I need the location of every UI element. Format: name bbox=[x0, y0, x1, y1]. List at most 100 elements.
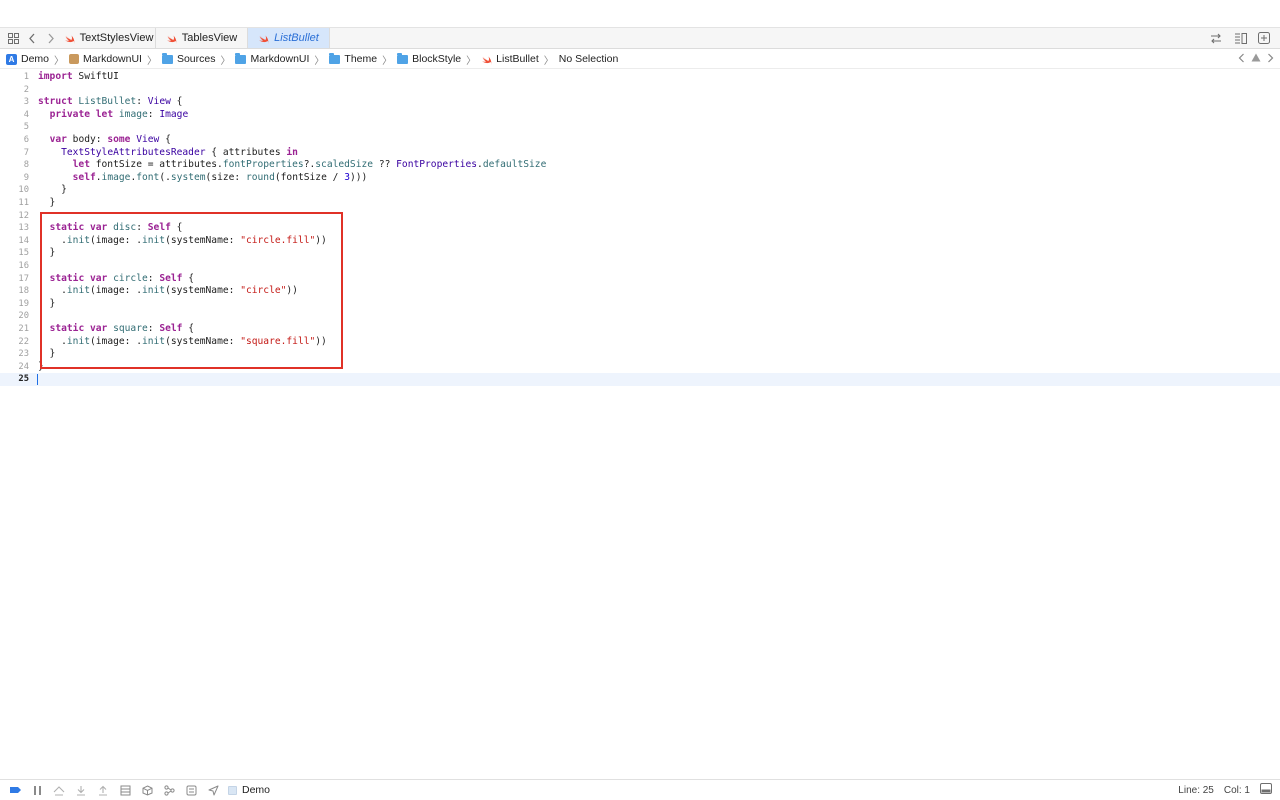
step-into-icon[interactable] bbox=[74, 783, 88, 797]
cursor-position-line: Line: 25 bbox=[1178, 784, 1214, 796]
code-line[interactable]: 18 .init(image: .init(systemName: "circl… bbox=[0, 285, 1280, 298]
code-line[interactable]: 4 private let image: Image bbox=[0, 109, 1280, 122]
code-text: import SwiftUI bbox=[38, 71, 119, 82]
breadcrumb-item-project[interactable]: A Demo bbox=[6, 53, 49, 65]
swift-file-icon bbox=[259, 35, 269, 43]
code-line[interactable]: 22 .init(image: .init(systemName: "squar… bbox=[0, 336, 1280, 349]
code-line[interactable]: 21 static var square: Self { bbox=[0, 323, 1280, 336]
line-number: 9 bbox=[23, 172, 29, 183]
step-over-icon[interactable] bbox=[52, 783, 66, 797]
scheme-icon bbox=[228, 785, 237, 795]
tab-label: TablesView bbox=[181, 32, 238, 44]
code-line[interactable]: 23 } bbox=[0, 348, 1280, 361]
code-text: static var disc: Self { bbox=[49, 222, 183, 234]
code-line[interactable]: 17 static var circle: Self { bbox=[0, 273, 1280, 286]
tab-label: TextStylesView bbox=[79, 32, 154, 44]
code-text: TextStyleAttributesReader { attributes i… bbox=[61, 146, 298, 158]
code-text: } bbox=[38, 184, 67, 196]
code-text: let fontSize = attributes.fontProperties… bbox=[72, 159, 547, 171]
line-number: 12 bbox=[18, 210, 29, 221]
scheme-selector[interactable]: Demo bbox=[228, 784, 270, 796]
code-line[interactable]: 6 var body: some View { bbox=[0, 134, 1280, 147]
line-number: 10 bbox=[18, 185, 29, 196]
line-number: 19 bbox=[18, 298, 29, 309]
chevron-right-icon: 〉 bbox=[146, 55, 157, 67]
grid-icon[interactable] bbox=[5, 30, 21, 46]
code-line[interactable]: 20 bbox=[0, 310, 1280, 323]
tab-bar: TextStylesView TablesView ListBullet bbox=[0, 28, 1280, 49]
code-line[interactable]: 15 } bbox=[0, 247, 1280, 260]
next-issue-icon[interactable] bbox=[1267, 53, 1274, 66]
breadcrumb-item-blockstyle[interactable]: BlockStyle bbox=[397, 52, 461, 65]
window-title-area bbox=[0, 0, 1280, 28]
folder-icon bbox=[397, 52, 409, 64]
code-text: } bbox=[38, 360, 44, 372]
code-line[interactable]: 8 let fontSize = attributes.fontProperti… bbox=[0, 159, 1280, 172]
breadcrumb-item-package[interactable]: MarkdownUI bbox=[69, 53, 142, 65]
line-number: 24 bbox=[18, 361, 29, 372]
code-line[interactable]: 13 static var disc: Self { bbox=[0, 222, 1280, 235]
package-icon bbox=[69, 54, 80, 64]
code-line[interactable]: 3 struct ListBullet: View { bbox=[0, 96, 1280, 109]
code-text: struct ListBullet: View { bbox=[38, 96, 183, 108]
code-line[interactable]: 14 .init(image: .init(systemName: "circl… bbox=[0, 235, 1280, 248]
code-text: } bbox=[38, 348, 56, 360]
code-line[interactable]: 11 } bbox=[0, 197, 1280, 210]
code-line[interactable]: 10 } bbox=[0, 184, 1280, 197]
line-number: 5 bbox=[23, 122, 29, 133]
swift-file-icon bbox=[64, 35, 74, 43]
code-line[interactable]: 2 bbox=[0, 84, 1280, 97]
add-editor-icon[interactable] bbox=[1256, 30, 1272, 46]
swap-arrows-icon[interactable] bbox=[1208, 30, 1224, 46]
code-editor[interactable]: 1 import SwiftUI 2 3 struct ListBullet: Vi… bbox=[0, 70, 1280, 779]
line-number: 8 bbox=[23, 160, 29, 171]
line-number: 25 bbox=[18, 374, 29, 385]
chevron-right-icon: 〉 bbox=[382, 55, 393, 67]
line-number: 17 bbox=[18, 273, 29, 284]
code-line[interactable]: 19 } bbox=[0, 298, 1280, 311]
breadcrumb-item-theme[interactable]: Theme bbox=[329, 52, 377, 65]
code-line[interactable]: 5 bbox=[0, 121, 1280, 134]
code-line[interactable]: 24} bbox=[0, 361, 1280, 374]
package-cube-icon[interactable] bbox=[140, 783, 154, 797]
line-number: 15 bbox=[18, 248, 29, 259]
code-text: var body: some View { bbox=[49, 134, 171, 145]
view-hierarchy-icon[interactable] bbox=[118, 783, 132, 797]
back-chevron-icon[interactable] bbox=[24, 30, 40, 46]
tab-textstylesview[interactable]: TextStylesView bbox=[62, 28, 156, 48]
simulate-location-icon[interactable] bbox=[206, 783, 220, 797]
previous-issue-icon[interactable] bbox=[1238, 53, 1245, 66]
folder-icon bbox=[329, 52, 341, 64]
tab-tablesview[interactable]: TablesView bbox=[156, 28, 248, 48]
memory-graph-icon[interactable] bbox=[162, 783, 176, 797]
warning-icon[interactable] bbox=[1251, 53, 1261, 65]
editor-options-icon[interactable] bbox=[1232, 30, 1248, 46]
breadcrumb-item-selection[interactable]: No Selection bbox=[559, 53, 619, 65]
environment-overrides-icon[interactable] bbox=[184, 783, 198, 797]
toggle-debug-area-icon[interactable] bbox=[1260, 783, 1272, 797]
breadcrumb-item-file[interactable]: ListBullet bbox=[481, 53, 539, 65]
line-number: 3 bbox=[23, 97, 29, 108]
forward-chevron-icon[interactable] bbox=[43, 30, 59, 46]
swift-file-icon bbox=[166, 35, 177, 43]
line-number: 2 bbox=[23, 84, 29, 95]
chevron-right-icon: 〉 bbox=[543, 55, 554, 67]
code-text: } bbox=[38, 197, 56, 208]
code-text: static var circle: Self { bbox=[49, 272, 194, 284]
code-line[interactable]: 16 bbox=[0, 260, 1280, 273]
breadcrumb-item-markdownui[interactable]: MarkdownUI bbox=[235, 52, 309, 65]
code-line[interactable]: 9 self.image.font(.system(size: round(fo… bbox=[0, 172, 1280, 185]
breakpoints-toggle-icon[interactable] bbox=[8, 783, 22, 797]
tab-listbullet[interactable]: ListBullet bbox=[248, 28, 330, 48]
code-text: private let image: Image bbox=[49, 108, 189, 120]
app-icon: A bbox=[6, 53, 17, 65]
breadcrumb-item-sources[interactable]: Sources bbox=[161, 52, 215, 65]
code-line[interactable]: 7 TextStyleAttributesReader { attributes… bbox=[0, 147, 1280, 160]
code-line[interactable]: 1 import SwiftUI bbox=[0, 71, 1280, 84]
step-out-icon[interactable] bbox=[96, 783, 110, 797]
line-number: 16 bbox=[18, 261, 29, 271]
pause-icon[interactable] bbox=[30, 783, 44, 797]
chevron-right-icon: 〉 bbox=[220, 55, 231, 67]
code-line[interactable]: 12 bbox=[0, 210, 1280, 223]
current-code-line[interactable]: 25 bbox=[0, 373, 1280, 386]
